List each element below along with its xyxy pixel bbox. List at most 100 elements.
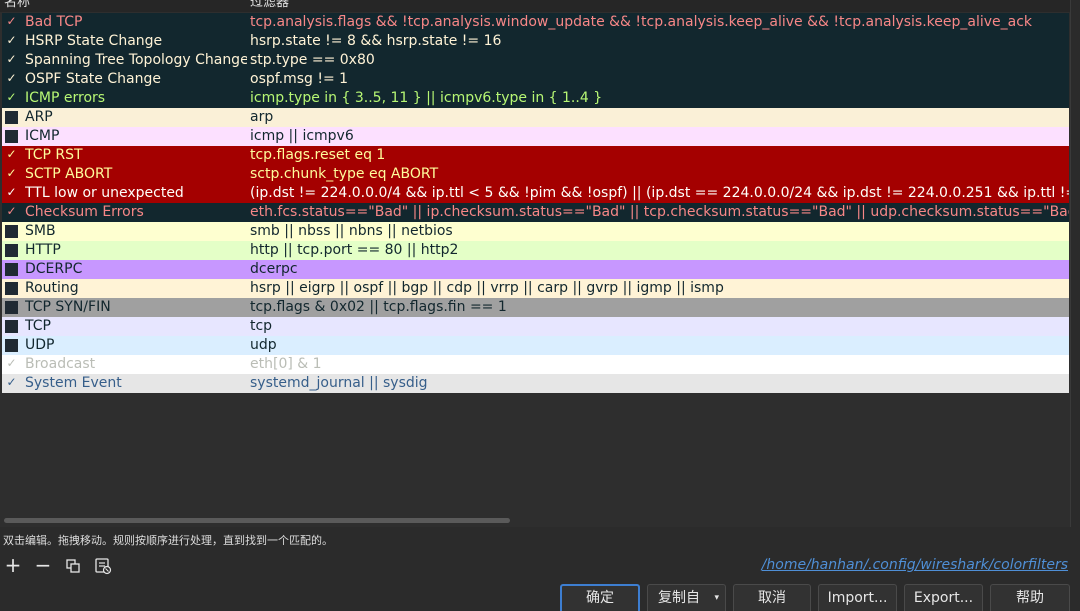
rule-filter: ospf.msg != 1 [250,71,349,87]
rule-enabled-checkbox[interactable] [5,339,18,352]
chevron-down-icon: ▾ [714,593,719,603]
rule-name: TCP RST [25,147,83,163]
rule-row[interactable]: ✓ TCP RST tcp.flags.reset eq 1 [2,146,1069,165]
name-column-header[interactable]: 名称 [4,0,30,9]
rule-row[interactable]: ICMP icmp || icmpv6 [2,127,1069,146]
rule-name: SCTP ABORT [25,166,113,182]
rule-enabled-checkbox[interactable]: ✓ [5,148,18,162]
clear-rules-button[interactable] [92,555,114,577]
clear-icon [95,558,112,575]
ok-button[interactable]: 确定 [560,584,640,611]
filter-column-header[interactable]: 过滤器 [250,0,289,9]
rule-enabled-checkbox[interactable]: ✓ [5,167,18,181]
add-rule-button[interactable]: + [2,555,24,577]
rule-enabled-checkbox[interactable]: ✓ [5,357,18,371]
rule-filter: (ip.dst != 224.0.0.0/4 && ip.ttl < 5 && … [250,185,1069,201]
table-header: 名称 过滤器 [0,0,1070,12]
rule-row[interactable]: UDP udp [2,336,1069,355]
copy-from-label: 复制自 [658,590,700,606]
rule-name: ARP [25,109,53,125]
rule-filter: arp [250,109,274,125]
rule-row[interactable]: TCP tcp [2,317,1069,336]
rule-name: TCP SYN/FIN [25,299,111,315]
rule-filter: tcp.flags & 0x02 || tcp.flags.fin == 1 [250,299,507,315]
rule-row[interactable]: TCP SYN/FIN tcp.flags & 0x02 || tcp.flags… [2,298,1069,317]
rule-enabled-checkbox[interactable]: ✓ [5,15,18,29]
copy-rule-button[interactable] [62,555,84,577]
rule-enabled-checkbox[interactable]: ✓ [5,91,18,105]
rule-name: TTL low or unexpected [25,185,184,201]
rule-row[interactable]: ✓ ICMP errors icmp.type in { 3..5, 11 } ||… [2,89,1069,108]
rule-enabled-checkbox[interactable]: ✓ [5,72,18,86]
rule-name: Checksum Errors [25,204,144,220]
rule-name: TCP [25,318,51,334]
rule-enabled-checkbox[interactable]: ✓ [5,205,18,219]
rule-enabled-checkbox[interactable] [5,244,18,257]
rule-filter: smb || nbss || nbns || netbios [250,223,453,239]
rule-enabled-checkbox[interactable]: ✓ [5,186,18,200]
export-button[interactable]: Export... [904,584,983,611]
rule-row[interactable]: ✓ HSRP State Change hsrp.state != 8 && hsr… [2,32,1069,51]
copy-icon [66,559,80,573]
rules-list: ✓ Bad TCP tcp.analysis.flags && !tcp.analy… [2,13,1069,393]
copy-from-button[interactable]: 复制自 ▾ [647,584,726,611]
rule-filter: udp [250,337,277,353]
help-button[interactable]: 帮助 [990,584,1070,611]
rule-filter: stp.type == 0x80 [250,52,375,68]
rule-enabled-checkbox[interactable] [5,301,18,314]
rule-name: HTTP [25,242,61,258]
rule-filter: eth[0] & 1 [250,356,322,372]
rule-enabled-checkbox[interactable]: ✓ [5,53,18,67]
rule-enabled-checkbox[interactable]: ✓ [5,34,18,48]
rule-filter: http || tcp.port == 80 || http2 [250,242,459,258]
rule-filter: tcp [250,318,273,334]
rule-row[interactable]: Routing hsrp || eigrp || ospf || bgp || c… [2,279,1069,298]
rule-row[interactable]: ✓ SCTP ABORT sctp.chunk_type eq ABORT [2,165,1069,184]
rule-enabled-checkbox[interactable] [5,263,18,276]
rule-filter: eth.fcs.status=="Bad" || ip.checksum.sta… [250,204,1069,220]
rule-filter: dcerpc [250,261,298,277]
rule-name: ICMP [25,128,60,144]
rule-enabled-checkbox[interactable] [5,320,18,333]
config-path-link[interactable]: /home/hanhan/.config/wireshark/colorfilt… [762,557,1068,573]
hint-text: 双击编辑。拖拽移动。规则按顺序进行处理，直到找到一个匹配的。 [3,534,333,547]
rule-row[interactable]: ARP arp [2,108,1069,127]
rule-name: Routing [25,280,79,296]
minus-icon: − [34,553,52,577]
rule-filter: tcp.analysis.flags && !tcp.analysis.wind… [250,14,1033,30]
import-button[interactable]: Import... [818,584,897,611]
rule-name: HSRP State Change [25,33,163,49]
rule-name: SMB [25,223,56,239]
rule-name: UDP [25,337,55,353]
rule-row[interactable]: SMB smb || nbss || nbns || netbios [2,222,1069,241]
rule-filter: icmp || icmpv6 [250,128,354,144]
rule-row[interactable]: ✓ Bad TCP tcp.analysis.flags && !tcp.analy… [2,13,1069,32]
rule-row[interactable]: ✓ OSPF State Change ospf.msg != 1 [2,70,1069,89]
coloring-rules-dialog: 名称 过滤器 ✓ Bad TCP tcp.analysis.flags && !tc… [0,0,1080,611]
rule-name: OSPF State Change [25,71,161,87]
rule-filter: hsrp.state != 8 && hsrp.state != 16 [250,33,502,49]
rule-row[interactable]: ✓ System Event systemd_journal || sysdig [2,374,1069,393]
plus-icon: + [4,553,22,577]
rule-enabled-checkbox[interactable]: ✓ [5,376,18,390]
rule-row[interactable]: ✓ Broadcast eth[0] & 1 [2,355,1069,374]
rule-filter: systemd_journal || sysdig [250,375,428,391]
rule-filter: icmp.type in { 3..5, 11 } || icmpv6.type… [250,90,603,106]
rule-name: Bad TCP [25,14,83,30]
cancel-button[interactable]: 取消 [733,584,811,611]
rule-enabled-checkbox[interactable] [5,111,18,124]
rule-enabled-checkbox[interactable] [5,282,18,295]
remove-rule-button[interactable]: − [32,555,54,577]
rule-name: System Event [25,375,122,391]
rule-name: ICMP errors [25,90,106,106]
rule-row[interactable]: ✓ Spanning Tree Topology Change stp.type =… [2,51,1069,70]
rule-filter: tcp.flags.reset eq 1 [250,147,386,163]
rule-enabled-checkbox[interactable] [5,130,18,143]
rule-row[interactable]: ✓ Checksum Errors eth.fcs.status=="Bad" ||… [2,203,1069,222]
rule-row[interactable]: DCERPC dcerpc [2,260,1069,279]
horizontal-scrollbar[interactable] [4,518,510,523]
rule-row[interactable]: HTTP http || tcp.port == 80 || http2 [2,241,1069,260]
rule-row[interactable]: ✓ TTL low or unexpected (ip.dst != 224.0.0… [2,184,1069,203]
rule-enabled-checkbox[interactable] [5,225,18,238]
coloring-rules-table[interactable]: 名称 过滤器 ✓ Bad TCP tcp.analysis.flags && !tc… [0,0,1071,527]
